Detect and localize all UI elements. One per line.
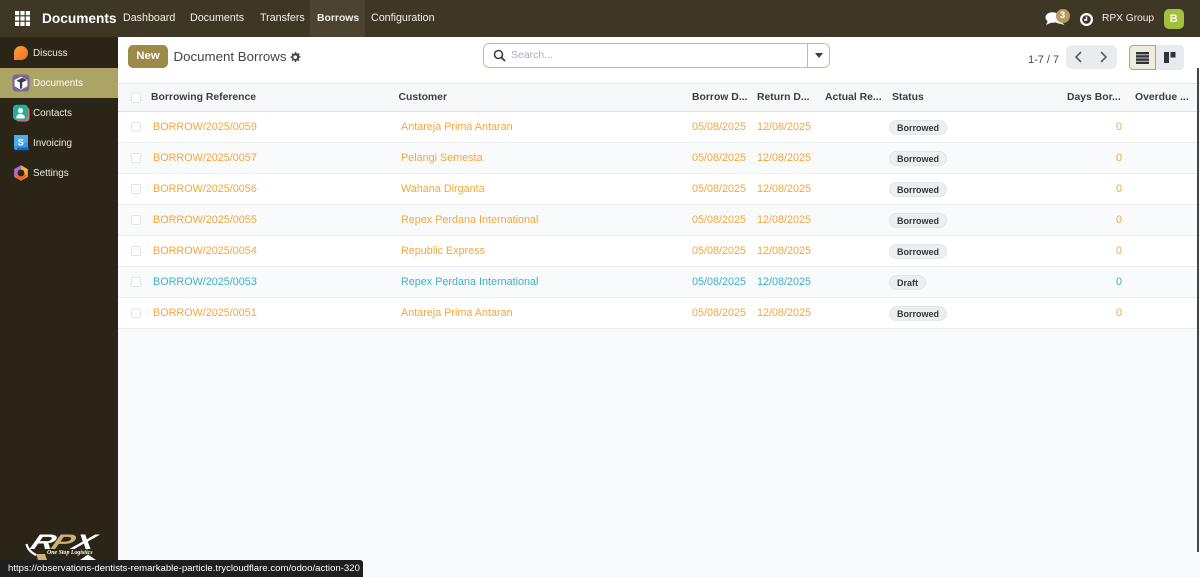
svg-text:One Stop Logistics: One Stop Logistics xyxy=(47,550,93,556)
svg-text:S: S xyxy=(17,138,23,148)
